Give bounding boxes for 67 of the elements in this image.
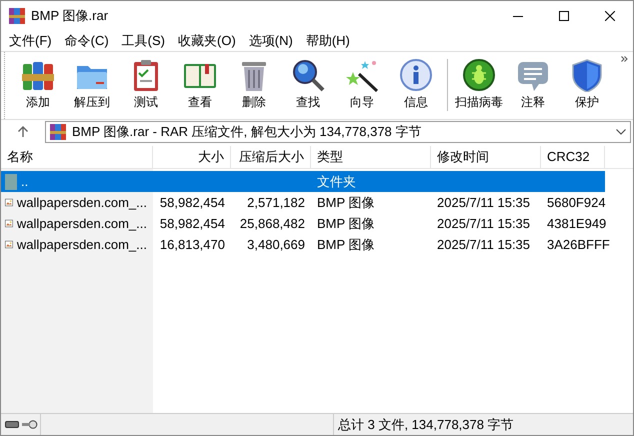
toolbar-button[interactable]: 解压到	[65, 58, 119, 109]
close-icon	[605, 11, 615, 21]
column-header[interactable]: 大小	[153, 146, 231, 168]
table-cell-text: ..	[21, 172, 28, 191]
table-cell-text: 2025/7/11 15:35	[437, 214, 530, 233]
toolbar-button[interactable]: 保护	[560, 58, 614, 109]
menu-item[interactable]: 选项(N)	[242, 31, 299, 51]
image-file-icon	[5, 217, 13, 230]
image-file-icon	[5, 196, 13, 209]
bug-icon	[462, 58, 496, 92]
toolbar-button[interactable]: 查找	[281, 58, 335, 109]
table-cell-text: 2,571,182	[247, 194, 305, 212]
maximize-icon	[559, 11, 569, 21]
table-row[interactable]: wallpapersden.com_... 58,982,454 2,571,182 BMP 图像 2025/7/11 15:35 5680F924	[1, 192, 605, 213]
magnifier-icon	[291, 58, 325, 92]
menu-item[interactable]: 命令(C)	[58, 31, 115, 51]
address-field[interactable]: BMP 图像.rar - RAR 压缩文件, 解包大小为 134,778,378 字节	[45, 121, 631, 143]
archive-icon	[50, 124, 66, 140]
address-text: BMP 图像.rar - RAR 压缩文件, 解包大小为 134,778,378 字节	[72, 123, 422, 142]
key-icon	[22, 420, 38, 429]
table-cell-text: wallpapersden.com_...	[16, 214, 147, 233]
table-cell-text: BMP 图像	[317, 214, 375, 233]
magic-wand-icon	[345, 58, 379, 92]
selected-row[interactable]: .. 文件夹	[1, 171, 605, 192]
table-cell-text: 4381E949	[547, 214, 606, 233]
table-cell-text: 5680F924	[547, 194, 606, 212]
toolbar-button[interactable]: 查看	[173, 58, 227, 109]
table-cell-text: 58,982,454	[160, 194, 225, 212]
window-title: BMP 图像.rar	[31, 7, 108, 26]
table-cell-text: 3,480,669	[247, 236, 305, 254]
info-icon	[399, 58, 433, 92]
image-file-icon	[5, 238, 13, 251]
table-cell-text: 2025/7/11 15:35	[437, 236, 530, 254]
table-row[interactable]: wallpapersden.com_... 58,982,454 25,868,482 BMP 图像 2025/7/11 15:35 4381E949	[1, 213, 605, 234]
menu-item[interactable]: 帮助(H)	[300, 31, 356, 51]
column-header[interactable]: CRC32	[541, 146, 605, 168]
table-cell-text: 16,813,470	[160, 236, 225, 254]
toolbar-button[interactable]: 删除	[227, 58, 281, 109]
toolbar-button[interactable]: 向导	[335, 58, 389, 109]
up-arrow-icon	[17, 126, 29, 138]
table-cell-text: 3A26BFFF	[547, 236, 610, 254]
column-header[interactable]: 压缩后大小	[231, 146, 311, 168]
toolbar-button[interactable]: 注释	[506, 58, 560, 109]
table-cell-text: 58,982,454	[160, 214, 225, 233]
toolbar-button[interactable]: 扫描病毒	[452, 58, 506, 109]
table-cell-text: 25,868,482	[240, 214, 305, 233]
shield-icon	[570, 58, 604, 92]
table-cell-text: BMP 图像	[317, 236, 375, 254]
app-icon	[9, 8, 25, 24]
column-header[interactable]: 名称	[1, 146, 153, 168]
table-cell-text: 2025/7/11 15:35	[437, 194, 530, 212]
table-cell-text: wallpapersden.com_...	[16, 236, 147, 254]
table-cell-text: 文件夹	[317, 172, 356, 191]
toolbar-button[interactable]: 信息	[389, 58, 443, 109]
chevron-icon[interactable]	[621, 56, 628, 62]
column-header[interactable]: 类型	[311, 146, 431, 168]
drive-icon	[5, 421, 19, 428]
menu-item[interactable]: 收藏夹(O)	[172, 31, 242, 51]
dropdown-caret-icon[interactable]	[616, 129, 626, 135]
table-cell-text: BMP 图像	[317, 194, 375, 212]
toolbar-button[interactable]: 添加	[11, 58, 65, 109]
toolbar-button[interactable]: 测试	[119, 58, 173, 109]
table-cell-text: wallpapersden.com_...	[16, 194, 147, 212]
menu-item[interactable]: 工具(S)	[116, 31, 171, 51]
column-header[interactable]: 修改时间	[431, 146, 541, 168]
menu-item[interactable]: 文件(F)	[3, 31, 58, 51]
status-text: 总计 3 文件, 134,778,378 字节	[338, 416, 514, 434]
